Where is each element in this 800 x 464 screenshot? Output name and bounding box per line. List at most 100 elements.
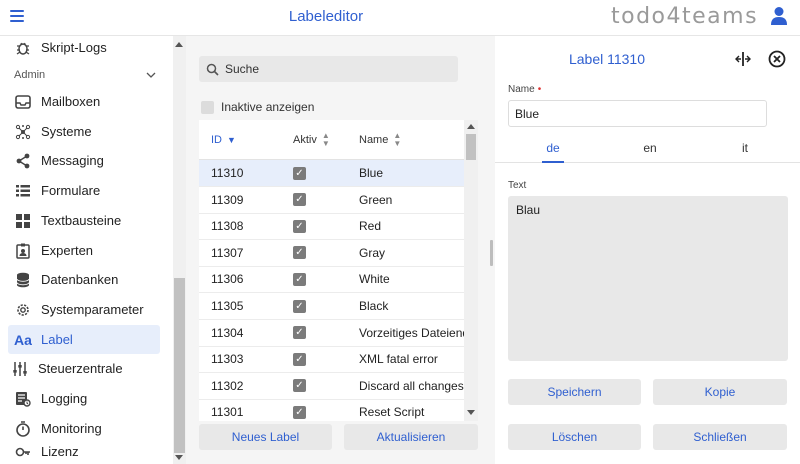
cell-name: Red	[359, 219, 382, 234]
column-header-name[interactable]: Name ▲ ▼	[359, 131, 401, 148]
column-header-aktiv[interactable]: Aktiv ▲ ▼	[293, 130, 330, 148]
panel-resize-handle[interactable]	[490, 240, 493, 266]
sidebar-scrollbar[interactable]	[173, 36, 186, 464]
cell-id: 11303	[211, 352, 244, 367]
active-checkbox[interactable]: ✓	[293, 272, 306, 286]
active-checkbox[interactable]: ✓	[293, 352, 306, 366]
sidebar-item-systeme[interactable]: Systeme	[8, 117, 160, 146]
split-view-icon[interactable]	[735, 51, 751, 67]
refresh-button[interactable]: Aktualisieren	[344, 424, 478, 450]
tab-it[interactable]: it	[735, 132, 755, 163]
tab-de[interactable]: de	[542, 132, 564, 163]
save-button[interactable]: Speichern	[508, 379, 641, 405]
cell-id: 11301	[211, 405, 244, 420]
text-aa-icon: Aa	[14, 331, 32, 348]
scroll-down-arrow-icon[interactable]	[175, 455, 183, 460]
show-inactive-toggle[interactable]: Inaktive anzeigen	[201, 100, 314, 114]
chevron-down-icon	[146, 72, 156, 78]
show-inactive-label: Inaktive anzeigen	[221, 100, 315, 114]
column-header-aktiv-label: Aktiv	[293, 133, 317, 146]
timer-icon	[14, 420, 32, 438]
sidebar-item-label: Logging	[41, 391, 88, 406]
scrollbar-thumb[interactable]	[174, 278, 185, 453]
search-input[interactable]: Suche	[199, 56, 458, 82]
table-row[interactable]: 11304 ✓ Vorzeitiges Dateiende	[199, 320, 464, 347]
text-field-label: Text	[508, 180, 527, 191]
close-icon[interactable]	[768, 50, 786, 68]
active-checkbox[interactable]: ✓	[293, 326, 306, 340]
sidebar-item-messaging[interactable]: Messaging	[8, 146, 160, 175]
cell-name: Black	[359, 299, 389, 313]
text-field[interactable]: Blau	[508, 196, 788, 361]
sidebar-section-admin[interactable]: Admin	[14, 68, 156, 82]
active-checkbox[interactable]: ✓	[293, 405, 306, 419]
section-label: Admin	[14, 69, 46, 81]
sidebar-item-label: Formulare	[41, 183, 101, 198]
table-scrollbar[interactable]	[464, 120, 478, 421]
table-row[interactable]: 11305 ✓ Black	[199, 293, 464, 320]
cell-name: Discard all changes?	[359, 378, 464, 393]
delete-button[interactable]: Löschen	[508, 424, 641, 450]
gear-icon	[14, 301, 32, 319]
cell-name: Blue	[359, 166, 384, 180]
bug-icon	[14, 39, 32, 57]
column-header-id[interactable]: ID ▼	[211, 134, 236, 146]
scroll-up-arrow-icon[interactable]	[467, 124, 475, 129]
table-row[interactable]: 11301 ✓ Reset Script	[199, 399, 464, 421]
sidebar-item-datenbanken[interactable]: Datenbanken	[8, 265, 160, 294]
cell-name: Gray	[359, 245, 386, 260]
sort-both-icon: ▲ ▼	[321, 130, 330, 148]
user-icon[interactable]	[770, 6, 788, 26]
table-row[interactable]: 11308 ✓ Red	[199, 213, 464, 241]
sidebar-item-skript-logs[interactable]: Skript-Logs	[8, 36, 160, 62]
brand-logo: todo4teams	[611, 4, 759, 29]
cell-id: 11308	[211, 219, 244, 234]
active-checkbox[interactable]: ✓	[293, 219, 306, 233]
log-icon	[14, 390, 32, 408]
active-checkbox[interactable]: ✓	[293, 166, 306, 180]
top-bar: Labeleditor todo4teams	[0, 0, 800, 36]
database-icon	[14, 271, 32, 289]
sidebar-item-steuerzentrale[interactable]: Steuerzentrale	[5, 354, 157, 383]
close-button[interactable]: Schließen	[653, 424, 787, 450]
list-icon	[14, 182, 32, 200]
name-field-label-text: Name	[508, 84, 535, 95]
scroll-down-arrow-icon[interactable]	[467, 410, 475, 415]
table-row[interactable]: 11310 ✓ Blue	[199, 160, 464, 187]
sidebar-item-experten[interactable]: Experten	[8, 236, 160, 265]
new-label-button[interactable]: Neues Label	[199, 424, 332, 450]
hub-icon	[14, 123, 32, 141]
sidebar-item-label[interactable]: Aa Label	[8, 325, 160, 354]
cell-name: Green	[359, 192, 393, 207]
active-checkbox[interactable]: ✓	[293, 193, 306, 207]
table-row[interactable]: 11307 ✓ Gray	[199, 240, 464, 267]
column-header-id-label: ID	[211, 133, 222, 146]
inbox-icon	[14, 93, 32, 111]
table-row[interactable]: 11306 ✓ White	[199, 266, 464, 294]
tab-en[interactable]: en	[638, 132, 662, 163]
search-icon	[206, 63, 219, 76]
table-row[interactable]: 11309 ✓ Green	[199, 187, 464, 214]
copy-button[interactable]: Kopie	[653, 379, 787, 405]
search-placeholder: Suche	[225, 62, 260, 76]
scrollbar-thumb[interactable]	[466, 134, 476, 160]
name-field[interactable]: Blue	[508, 100, 767, 127]
sidebar-item-textbausteine[interactable]: Textbausteine	[8, 206, 160, 235]
required-marker: •	[537, 84, 542, 95]
show-inactive-checkbox[interactable]	[201, 100, 214, 114]
share-icon	[14, 152, 32, 170]
sidebar-item-formulare[interactable]: Formulare	[8, 176, 160, 205]
active-checkbox[interactable]: ✓	[293, 379, 306, 393]
active-checkbox[interactable]: ✓	[293, 299, 306, 313]
sidebar-item-lizenz[interactable]: Lizenz	[8, 437, 160, 464]
table-row[interactable]: 11302 ✓ Discard all changes?	[199, 373, 464, 400]
table-row[interactable]: 11303 ✓ XML fatal error	[199, 346, 464, 374]
cell-name: White	[359, 272, 390, 287]
active-checkbox[interactable]: ✓	[293, 246, 306, 260]
scroll-up-arrow-icon[interactable]	[175, 42, 183, 47]
sidebar-item-systemparameter[interactable]: Systemparameter	[8, 295, 160, 324]
cell-name: Vorzeitiges Dateiende	[359, 325, 464, 340]
sidebar-item-label-text: Label	[41, 332, 73, 347]
sidebar-item-mailboxen[interactable]: Mailboxen	[8, 87, 160, 116]
sidebar-item-logging[interactable]: Logging	[8, 384, 160, 413]
